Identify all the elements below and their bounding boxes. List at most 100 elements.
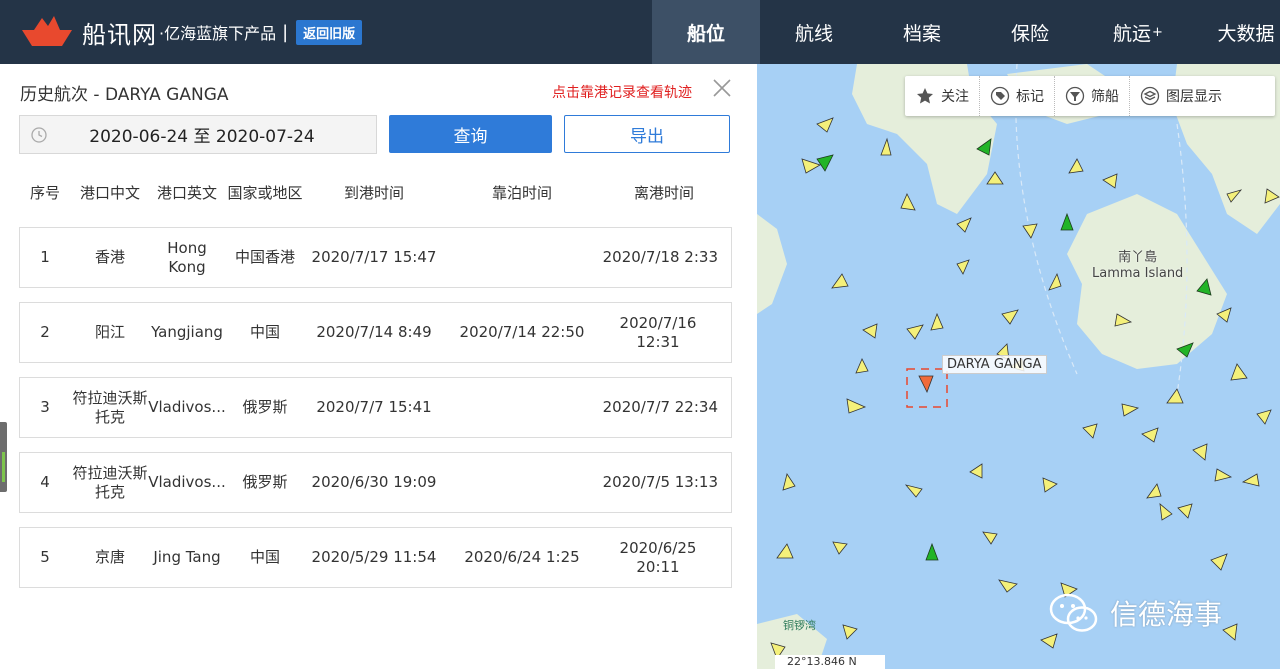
top-nav-bar: 船讯网 ·亿海蓝旗下产品 | 返回旧版 船位 航线 档案 保险 航运 + 大数据 <box>0 0 1280 64</box>
cell-depart: 2020/7/18 2:33 <box>602 248 718 266</box>
query-button[interactable]: 查询 <box>389 115 552 153</box>
main-nav: 船位 航线 档案 保险 航运 + 大数据 <box>652 0 1280 64</box>
nav-label: 航线 <box>794 22 833 45</box>
cell-no: 3 <box>40 398 50 416</box>
tag-icon <box>990 86 1010 106</box>
cell-berth <box>458 228 586 287</box>
watermark: 信德海事 <box>1048 592 1222 634</box>
nav-label: 保险 <box>1010 22 1049 45</box>
cell-depart: 2020/7/7 22:34 <box>602 398 718 416</box>
nav-label: 船位 <box>686 22 725 45</box>
watermark-text: 信德海事 <box>1110 598 1223 631</box>
filter-label: 筛船 <box>1091 89 1119 105</box>
cell-depart: 2020/6/25 20:11 <box>619 538 697 576</box>
layers-tool[interactable]: 图层显示 <box>1129 76 1232 116</box>
cell-port-en: Vladivos... <box>148 398 226 416</box>
table-row[interactable]: 5 京唐 Jing Tang 中国 2020/5/29 11:54 2020/6… <box>19 527 732 588</box>
brand-subtitle: ·亿海蓝旗下产品 <box>159 24 277 43</box>
nav-archive[interactable]: 档案 <box>868 0 976 64</box>
coordinate-readout: 22°13.846 N <box>775 655 885 669</box>
cell-berth <box>458 453 586 512</box>
panel-title: 历史航次 - DARYA GANGA <box>20 85 229 105</box>
layers-label: 图层显示 <box>1166 89 1222 105</box>
cell-arrive: 2020/6/30 19:09 <box>311 473 437 491</box>
nav-plus-sup: + <box>1152 24 1163 40</box>
island-name-cn: 南丫島 <box>1118 250 1158 265</box>
nav-label: 航运 <box>1113 22 1152 45</box>
cell-berth: 2020/6/24 1:25 <box>464 548 580 566</box>
port-call-list: 1 香港 Hong Kong 中国香港 2020/7/17 15:47 2020… <box>19 227 732 602</box>
cell-port-cn: 符拉迪沃斯托克 <box>72 463 148 501</box>
nav-insurance[interactable]: 保险 <box>976 0 1084 64</box>
wechat-icon <box>1049 593 1098 632</box>
col-country: 国家或地区 <box>227 184 303 202</box>
cell-port-cn: 符拉迪沃斯托克 <box>72 388 148 426</box>
cell-depart: 2020/7/16 12:31 <box>619 313 697 351</box>
close-icon[interactable] <box>710 76 734 100</box>
cell-arrive: 2020/7/17 15:47 <box>311 248 437 266</box>
col-arrive: 到港时间 <box>343 184 404 202</box>
cell-port-cn: 香港 <box>94 248 125 266</box>
cell-country: 中国 <box>249 548 280 566</box>
cell-country: 俄罗斯 <box>242 473 288 491</box>
filter-icon <box>1065 86 1085 106</box>
cell-no: 5 <box>40 548 50 566</box>
cell-port-cn: 京唐 <box>94 548 125 566</box>
table-header: 序号 港口中文 港口英文 国家或地区 到港时间 靠泊时间 离港时间 <box>20 182 732 212</box>
map-toolbar: 关注 标记 筛船 图层显示 <box>905 76 1275 116</box>
nav-ship-position[interactable]: 船位 <box>652 0 760 64</box>
clock-icon <box>31 126 47 143</box>
follow-label: 关注 <box>941 89 969 105</box>
cell-port-cn: 阳江 <box>94 323 125 341</box>
cell-no: 1 <box>40 248 50 266</box>
logo[interactable]: 船讯网 ·亿海蓝旗下产品 | 返回旧版 <box>18 12 363 52</box>
nav-routes[interactable]: 航线 <box>760 0 868 64</box>
bay-label: 铜锣湾 <box>783 619 816 632</box>
cell-country: 中国香港 <box>234 248 295 266</box>
table-row[interactable]: 1 香港 Hong Kong 中国香港 2020/7/17 15:47 2020… <box>19 227 732 288</box>
col-depart: 离港时间 <box>633 184 694 202</box>
table-row[interactable]: 2 阳江 Yangjiang 中国 2020/7/14 8:49 2020/7/… <box>19 302 732 363</box>
mark-label: 标记 <box>1016 89 1044 105</box>
layers-icon <box>1140 86 1160 106</box>
date-range-value: 2020-06-24 至 2020-07-24 <box>89 127 315 147</box>
cell-no: 2 <box>40 323 50 341</box>
col-berth: 靠泊时间 <box>491 184 552 202</box>
return-old-version-button[interactable]: 返回旧版 <box>296 19 363 45</box>
filter-tool[interactable]: 筛船 <box>1054 76 1129 116</box>
boat-logo-icon <box>22 16 72 46</box>
nav-label: 档案 <box>902 22 941 45</box>
cell-arrive: 2020/7/14 8:49 <box>316 323 432 341</box>
brand-name: 船讯网 <box>82 20 157 49</box>
cell-country: 中国 <box>249 323 280 341</box>
voyage-history-panel: 历史航次 - DARYA GANGA 点击靠港记录查看轨迹 2020-06-24… <box>0 64 757 669</box>
cell-no: 4 <box>40 473 50 491</box>
cell-depart: 2020/7/5 13:13 <box>602 473 718 491</box>
table-row[interactable]: 4 符拉迪沃斯托克 Vladivos... 俄罗斯 2020/6/30 19:0… <box>19 452 732 513</box>
follow-tool[interactable]: 关注 <box>905 76 979 116</box>
col-no: 序号 <box>29 184 60 202</box>
nav-label: 大数据 <box>1217 22 1275 45</box>
island-name-en: Lamma Island <box>1092 266 1184 281</box>
cell-port-en: Jing Tang <box>153 548 221 566</box>
cell-berth: 2020/7/14 22:50 <box>459 323 585 341</box>
cell-port-en: Hong Kong <box>167 238 207 276</box>
col-port-cn: 港口中文 <box>79 184 140 202</box>
cell-country: 俄罗斯 <box>242 398 288 416</box>
cell-berth <box>458 378 586 437</box>
date-range-picker[interactable]: 2020-06-24 至 2020-07-24 <box>19 115 377 154</box>
export-button[interactable]: 导出 <box>564 115 730 153</box>
side-expand-handle[interactable] <box>0 422 7 492</box>
brand-separator: | <box>282 21 289 43</box>
track-hint: 点击靠港记录查看轨迹 <box>552 85 692 101</box>
nav-shipping-plus[interactable]: 航运 + <box>1084 0 1192 64</box>
ship-name-label[interactable]: DARYA GANGA <box>942 355 1047 374</box>
table-row[interactable]: 3 符拉迪沃斯托克 Vladivos... 俄罗斯 2020/7/7 15:41… <box>19 377 732 438</box>
cell-arrive: 2020/7/7 15:41 <box>316 398 432 416</box>
island-label: 南丫島 Lamma Island <box>1092 250 1183 282</box>
nav-big-data[interactable]: 大数据 <box>1192 0 1280 64</box>
star-icon <box>917 88 933 104</box>
col-port-en: 港口英文 <box>156 184 217 202</box>
mark-tool[interactable]: 标记 <box>979 76 1054 116</box>
cell-arrive: 2020/5/29 11:54 <box>311 548 437 566</box>
